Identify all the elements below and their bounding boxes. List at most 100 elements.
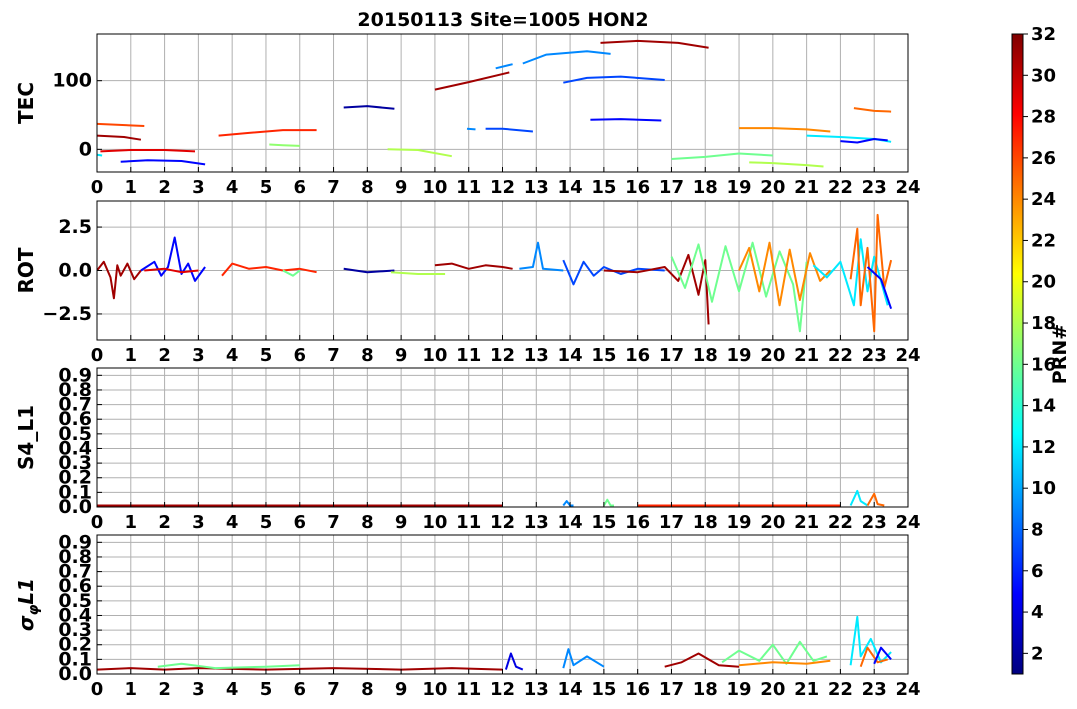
colorbar-tick-label: 10 bbox=[1031, 478, 1056, 499]
x-tick-label: 24 bbox=[895, 345, 920, 366]
series-line-prn-31 bbox=[97, 134, 142, 141]
series-line-prn-9 bbox=[519, 241, 564, 272]
x-tick-label: 20 bbox=[760, 679, 785, 700]
grid-tec bbox=[96, 34, 909, 172]
series-line-prn-27 bbox=[221, 262, 317, 277]
x-tick-label: 8 bbox=[361, 512, 374, 533]
colorbar-tick-label: 12 bbox=[1031, 437, 1056, 458]
series-line-prn-12 bbox=[97, 153, 103, 157]
x-tick-label: 22 bbox=[828, 512, 853, 533]
x-tick-label: 0 bbox=[91, 512, 104, 533]
x-tick-label: 9 bbox=[395, 679, 408, 700]
x-tick-label: 4 bbox=[226, 177, 239, 198]
x-tick-label: 20 bbox=[760, 512, 785, 533]
x-tick-label: 17 bbox=[659, 177, 684, 198]
x-tick-label: 13 bbox=[524, 345, 549, 366]
x-tick-label: 11 bbox=[456, 512, 481, 533]
grid-sigphi bbox=[96, 535, 909, 675]
x-tick-label: 22 bbox=[828, 679, 853, 700]
x-tick-label: 16 bbox=[625, 345, 650, 366]
y-axis-label-tec: TEC bbox=[14, 82, 38, 124]
x-tick-label: 5 bbox=[260, 177, 273, 198]
x-tick-label: 22 bbox=[828, 177, 853, 198]
colorbar-tick-label: 26 bbox=[1031, 148, 1056, 169]
panel-sigphi: 0 1 2 3 4 5 6 7 8 9 10 11 12 13 14 15 16 17 18 19 20 21 22 23 24… bbox=[14, 531, 921, 700]
y-tick-label: 2.5 bbox=[58, 216, 92, 238]
x-tick-label: 6 bbox=[293, 345, 306, 366]
x-tick-label: 2 bbox=[158, 345, 171, 366]
series-line-prn-2 bbox=[343, 105, 395, 110]
series-line-prn-9 bbox=[495, 63, 513, 70]
figure: 20150113 Site=1005 HON2 0 1 2 3 4 5 6 7 8 9 10 11 12… bbox=[14, 9, 1071, 700]
x-tick-label: 17 bbox=[659, 345, 684, 366]
x-tick-label: 23 bbox=[862, 512, 887, 533]
series-line-prn-31 bbox=[97, 260, 142, 300]
x-tick-label: 23 bbox=[862, 177, 887, 198]
y-tick-label: 0.0 bbox=[58, 260, 92, 282]
series-line-prn-12 bbox=[849, 489, 869, 507]
x-tick-label: 15 bbox=[591, 512, 616, 533]
x-tick-label: 14 bbox=[558, 177, 583, 198]
grid-s4 bbox=[96, 368, 909, 508]
x-tick-label: 3 bbox=[192, 345, 205, 366]
series-line-prn-16 bbox=[157, 662, 300, 670]
y-axis-label-rot: ROT bbox=[14, 247, 38, 293]
x-tick-label: 18 bbox=[693, 345, 718, 366]
x-tick-label: 19 bbox=[727, 679, 752, 700]
colorbar: 2468101214161820222426283032 PRN# bbox=[1011, 24, 1071, 675]
series-line-prn-5 bbox=[140, 236, 206, 282]
y-tick-label: 100 bbox=[52, 70, 92, 92]
x-tick-label: 20 bbox=[760, 177, 785, 198]
series-line-prn-26 bbox=[97, 122, 145, 127]
x-tick-label: 21 bbox=[794, 512, 819, 533]
x-tick-label: 9 bbox=[395, 177, 408, 198]
series-line-prn-29 bbox=[100, 149, 196, 153]
x-tick-label: 12 bbox=[490, 177, 515, 198]
x-tick-label: 17 bbox=[659, 512, 684, 533]
y-tick-label: 0 bbox=[79, 138, 92, 160]
series-line-prn-5 bbox=[590, 118, 662, 122]
colorbar-tick-label: 6 bbox=[1031, 561, 1044, 582]
x-tick-label: 4 bbox=[226, 345, 239, 366]
colorbar-tick-label: 8 bbox=[1031, 519, 1044, 540]
colorbar-tick-label: 4 bbox=[1031, 602, 1044, 623]
x-tick-label: 2 bbox=[158, 679, 171, 700]
x-tick-label: 10 bbox=[422, 345, 447, 366]
x-tick-label: 15 bbox=[591, 177, 616, 198]
x-tick-label: 24 bbox=[895, 679, 920, 700]
y-tick-label: 0.9 bbox=[58, 364, 92, 386]
x-tick-label: 7 bbox=[327, 512, 340, 533]
series-line-prn-4 bbox=[504, 652, 524, 671]
y-tick-label: −2.5 bbox=[42, 303, 92, 325]
x-tick-label: 16 bbox=[625, 177, 650, 198]
series-line-prn-18 bbox=[390, 271, 446, 275]
x-tick-label: 6 bbox=[293, 177, 306, 198]
series-line-prn-18 bbox=[749, 161, 824, 168]
x-tick-label: 14 bbox=[558, 512, 583, 533]
x-tick-label: 21 bbox=[794, 679, 819, 700]
x-tick-label: 23 bbox=[862, 679, 887, 700]
series-line-prn-7 bbox=[485, 127, 533, 133]
x-tick-label: 24 bbox=[895, 177, 920, 198]
x-tick-label: 11 bbox=[456, 345, 481, 366]
colorbar-tick-label: 28 bbox=[1031, 107, 1056, 128]
x-tick-label: 1 bbox=[125, 679, 138, 700]
colorbar-gradient bbox=[1011, 33, 1024, 675]
x-tick-label: 24 bbox=[895, 512, 920, 533]
colorbar-tick-label: 24 bbox=[1031, 189, 1056, 210]
x-tick-label: 3 bbox=[192, 177, 205, 198]
x-tick-label: 21 bbox=[794, 345, 819, 366]
x-tick-label: 10 bbox=[422, 177, 447, 198]
series-line-prn-25 bbox=[853, 107, 892, 113]
x-tick-label: 17 bbox=[659, 679, 684, 700]
x-tick-label: 23 bbox=[862, 345, 887, 366]
series-line-prn-31 bbox=[434, 262, 513, 270]
series-line-prn-27 bbox=[218, 129, 317, 137]
series-line-prn-16 bbox=[603, 498, 614, 507]
x-tick-label: 16 bbox=[625, 512, 650, 533]
x-tick-label: 8 bbox=[361, 177, 374, 198]
x-tick-label: 19 bbox=[727, 177, 752, 198]
series-line-prn-31 bbox=[600, 39, 709, 49]
panels: 0 1 2 3 4 5 6 7 8 9 10 11 12 13 14 15 16 17 18 19 20 21 22 23 24… bbox=[14, 33, 921, 700]
colorbar-tick-label: 2 bbox=[1031, 643, 1044, 664]
